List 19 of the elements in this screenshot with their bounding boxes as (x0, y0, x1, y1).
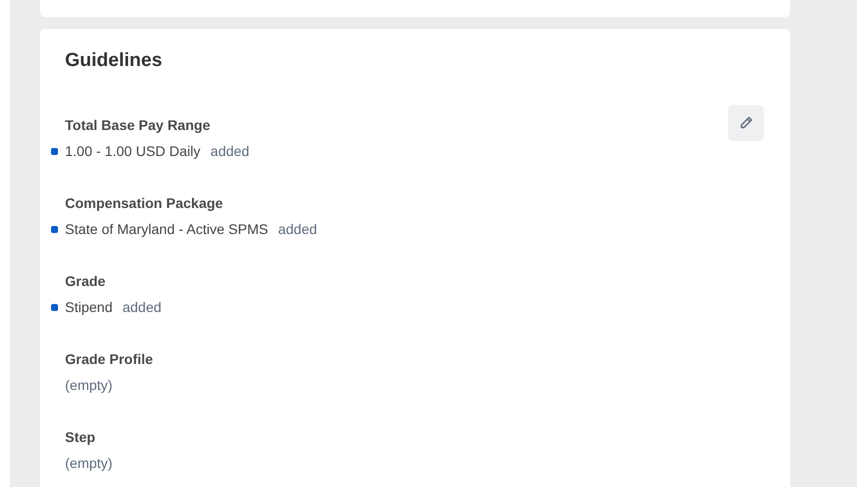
field-label: Total Base Pay Range (65, 116, 210, 135)
edit-button[interactable] (728, 105, 764, 141)
change-marker-icon (51, 304, 58, 311)
card-title: Guidelines (65, 49, 164, 73)
change-status: added (278, 220, 318, 239)
field-label: Grade Profile (65, 350, 153, 369)
change-status: added (210, 142, 250, 161)
change-marker-icon (51, 148, 58, 155)
field-value: State of Maryland - Active SPMS (65, 220, 268, 239)
field-label: Step (65, 428, 96, 447)
change-status: added (122, 298, 162, 317)
pencil-icon (738, 115, 754, 131)
change-marker-icon (51, 226, 58, 233)
field-value: Stipend (65, 298, 112, 317)
field-value: 1.00 - 1.00 USD Daily (65, 142, 200, 161)
field-value: (empty) (65, 376, 112, 395)
field-value: (empty) (65, 454, 112, 473)
field-label: Grade (65, 272, 106, 291)
field-label: Compensation Package (65, 194, 223, 213)
